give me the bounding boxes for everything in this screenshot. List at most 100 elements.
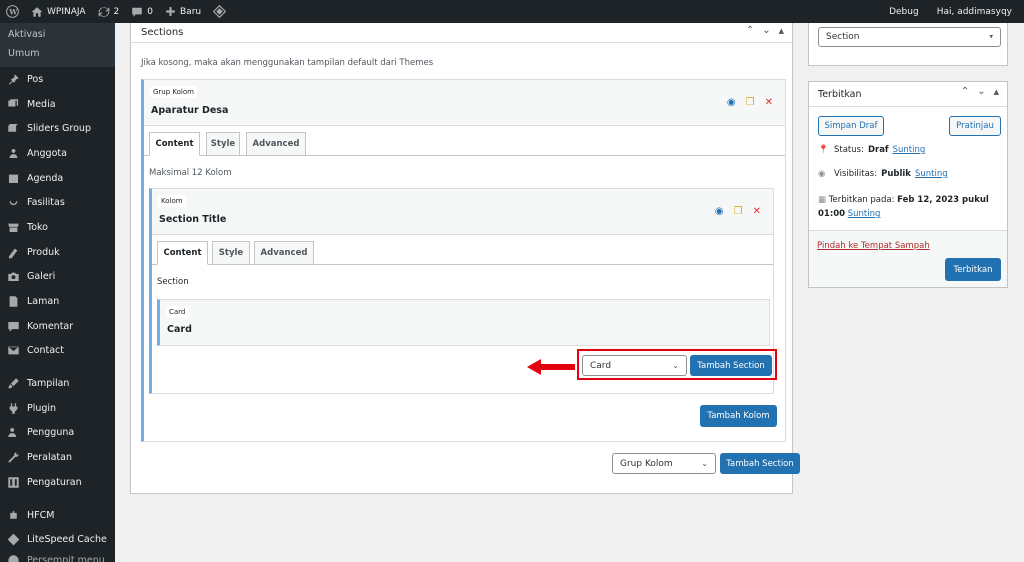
brush-icon [8,378,19,389]
site-name-link[interactable]: WPINAJA [31,6,86,18]
tab-advanced[interactable]: Advanced [254,241,314,265]
admin-sidebar: Aktivasi Umum Pos Media Sliders Group Anggo… [0,23,115,562]
sidebar-item-produk[interactable]: Produk [0,240,115,265]
kolom-title: Section Title [159,214,227,225]
sidebar-item-contact[interactable]: Contact [0,339,115,364]
tab-style[interactable]: Style [206,132,240,156]
updates-link[interactable]: 2 [98,6,120,18]
chevron-down-icon: ▾ [989,32,993,41]
calendar-icon [8,174,19,183]
group-tag: Grup Kolom [150,86,197,98]
diamond-icon [7,533,20,546]
sidebar-item-label: LiteSpeed Cache [27,534,107,546]
type-panel: Section ▾ [808,23,1008,66]
plugin-icon [9,403,18,414]
comments-link[interactable]: 0 [131,6,153,18]
item-type-select[interactable]: Card ⌄ [582,355,687,376]
sidebar-item-media[interactable]: Media [0,92,115,117]
section-label: Section [157,277,189,287]
sidebar-item-sliders-group[interactable]: Sliders Group [0,116,115,141]
sidebar-item-label: Sliders Group [27,123,91,135]
preview-button[interactable]: Pratinjau [949,116,1001,136]
sidebar-item-label: Contact [27,345,64,357]
eye-icon[interactable]: ◉ [715,206,724,217]
comment-icon [132,7,143,17]
move-down-icon[interactable]: ⌄ [762,25,770,36]
sidebar-item-pos[interactable]: Pos [0,67,115,92]
sidebar-item-pengguna[interactable]: Pengguna [0,421,115,446]
sidebar-item-anggota[interactable]: Anggota [0,141,115,166]
sidebar-item-hfcm[interactable]: HFCM [0,503,115,528]
updates-count: 2 [113,6,120,17]
delete-icon[interactable]: ✕ [753,206,761,217]
group-header: Grup Kolom Aparatur Desa ◉ ❐ ✕ [144,80,785,126]
group-title: Aparatur Desa [151,105,229,116]
bottom-add-section-button[interactable]: Tambah Section [720,453,800,474]
sidebar-item-agenda[interactable]: Agenda [0,166,115,191]
delete-icon[interactable]: ✕ [765,97,773,108]
kolom-header: Kolom Section Title ◉ ❐ ✕ [152,189,773,235]
sections-description: Jika kosong, maka akan menggunakan tampi… [141,58,434,68]
sidebar-item-fasilitas[interactable]: Fasilitas [0,190,115,215]
move-to-trash-link[interactable]: Pindah ke Tempat Sampah [817,241,930,251]
group-type-select[interactable]: Grup Kolom ⌄ [612,453,716,474]
camera-icon [8,272,19,282]
debug-link[interactable]: Debug [889,7,919,17]
sidebar-item-label: Tampilan [27,378,70,390]
media-icon [8,98,19,106]
store-icon [8,223,19,233]
tab-content[interactable]: Content [149,132,200,156]
move-up-icon[interactable]: ⌃ [746,25,754,36]
group-kolom-block: Grup Kolom Aparatur Desa ◉ ❐ ✕ Content S… [141,79,786,442]
publish-header: Terbitkan ⌃ ⌄ ▲ [809,82,1007,107]
edit-visibility-link[interactable]: Sunting [915,169,948,179]
sidebar-item-tampilan[interactable]: Tampilan [0,371,115,396]
submenu-item-umum[interactable]: Umum [0,44,115,63]
sidebar-item-label: Pos [27,73,44,85]
toggle-panel-icon[interactable]: ▲ [994,88,999,97]
sidebar-item-laman[interactable]: Laman [0,289,115,314]
sections-panel: Sections ⌃ ⌄ ▲ Jika kosong, maka akan me… [130,23,800,494]
sidebar-item-label: Komentar [27,320,74,332]
tab-advanced[interactable]: Advanced [246,132,306,156]
page-icon [9,296,18,307]
sidebar-item-persempit-menu[interactable]: Persempit menu [0,548,115,562]
type-select[interactable]: Section ▾ [818,27,1001,47]
sidebar-item-pengaturan[interactable]: Pengaturan [0,470,115,495]
edit-date-link[interactable]: Sunting [848,209,881,219]
mail-icon [8,347,19,355]
sidebar-item-plugin[interactable]: Plugin [0,396,115,421]
move-down-icon[interactable]: ⌄ [977,86,985,97]
move-up-icon[interactable]: ⌃ [961,86,969,97]
robot-icon [10,510,17,519]
sidebar-item-toko[interactable]: Toko [0,215,115,240]
wordpress-logo-icon[interactable]: W [6,5,19,18]
edit-status-link[interactable]: Sunting [893,145,926,155]
eye-icon[interactable]: ◉ [727,97,736,108]
sidebar-item-galeri[interactable]: Galeri [0,265,115,290]
publish-title: Terbitkan [818,89,862,100]
litespeed-icon[interactable] [213,5,227,18]
copy-icon[interactable]: ❐ [746,97,755,108]
tab-content[interactable]: Content [157,241,208,265]
add-section-button[interactable]: Tambah Section [690,355,772,376]
group-tabs [144,155,785,156]
sidebar-item-label: Laman [27,296,60,308]
new-content-link[interactable]: Baru [165,6,201,17]
submenu-item-aktivasi[interactable]: Aktivasi [0,25,115,44]
settings-icon [8,477,19,488]
new-label: Baru [180,6,202,17]
sidebar-item-peralatan[interactable]: Peralatan [0,445,115,470]
toggle-panel-icon[interactable]: ▲ [779,27,784,36]
add-kolom-button[interactable]: Tambah Kolom [700,405,777,427]
sidebar-item-label: Toko [27,221,48,233]
tab-style[interactable]: Style [212,241,250,265]
sidebar-item-komentar[interactable]: Komentar [0,314,115,339]
save-draft-button[interactable]: Simpan Draf [818,116,884,136]
sidebar-item-label: HFCM [27,509,55,521]
smile-icon [9,201,18,206]
collapse-icon [8,555,19,562]
copy-icon[interactable]: ❐ [734,206,743,217]
publish-button[interactable]: Terbitkan [945,258,1001,281]
user-greeting[interactable]: Hai, addimasyqy [937,7,1012,17]
